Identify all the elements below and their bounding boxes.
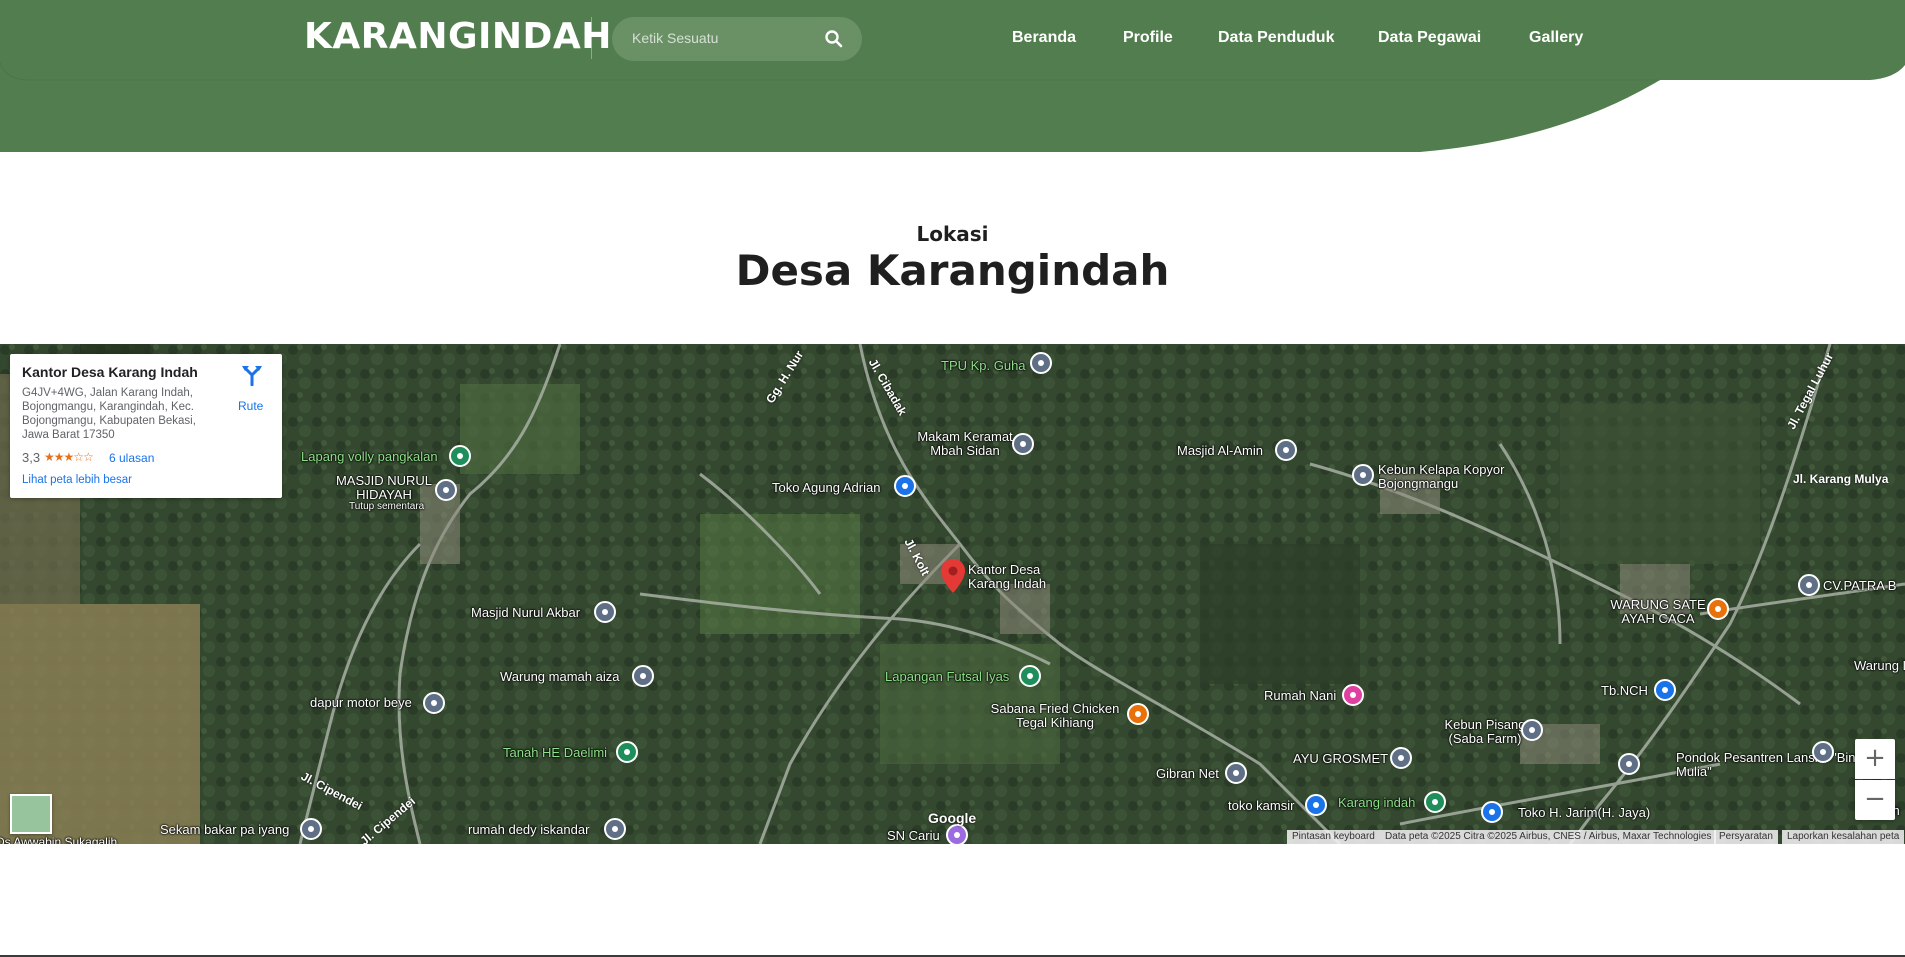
park-pin-icon[interactable] [616, 741, 638, 763]
lodging-pin-icon[interactable] [1342, 684, 1364, 706]
poi-label[interactable]: Makam Keramat Mbah Sidan [905, 430, 1025, 458]
school-pin-icon[interactable] [1618, 753, 1640, 775]
landmark-pin-icon[interactable] [1012, 433, 1034, 455]
shop-pin-icon[interactable] [1305, 794, 1327, 816]
map-embed[interactable]: Jl. Cibadak Jl. Kolt Jl. Cipendei Jl. Ci… [0, 344, 1905, 844]
poi-label[interactable]: Kebun Kelapa Kopyor Bojongmangu [1378, 463, 1538, 491]
place-pin-icon[interactable] [300, 818, 322, 840]
flower-pin-icon[interactable] [1424, 791, 1446, 813]
poi-label[interactable]: Warung mamah aiza [500, 670, 619, 684]
place-pin-icon[interactable] [946, 824, 968, 844]
zoom-out-button[interactable]: − [1855, 780, 1895, 820]
nav-gallery[interactable]: Gallery [1529, 29, 1583, 47]
poi-label[interactable]: Toko H. Jarim(H. Jaya) [1518, 806, 1650, 820]
poi-label[interactable]: Rumah Nani [1264, 689, 1336, 703]
sports-pin-icon[interactable] [1019, 665, 1041, 687]
nav-data-penduduk[interactable]: Data Penduduk [1218, 29, 1334, 47]
shop-pin-icon[interactable] [1654, 679, 1676, 701]
place-pin-icon[interactable] [423, 692, 445, 714]
section-title: Desa Karangindah [735, 246, 1170, 295]
view-larger-map-link[interactable]: Lihat peta lebih besar [22, 474, 132, 486]
poi-label[interactable]: Ds Awwabin Sukagalih [0, 835, 117, 844]
poi-status: Tutup sementara [349, 501, 425, 512]
restaurant-pin-icon[interactable] [1127, 703, 1149, 725]
search-box[interactable]: Ketik Sesuatu [612, 17, 862, 61]
map-layer-toggle[interactable] [10, 794, 52, 834]
road-label: Jl. Karang Mulya [1793, 472, 1889, 486]
place-pin-icon[interactable] [1390, 747, 1412, 769]
place-address: G4JV+4WG, Jalan Karang Indah, Bojongmang… [22, 387, 196, 441]
place-pin-icon[interactable] [1225, 762, 1247, 784]
poi-label[interactable]: Lapang volly pangkalan [301, 450, 438, 464]
site-header: KARANGINDAH Ketik Sesuatu Beranda Profil… [0, 0, 1905, 152]
place-info-card: Kantor Desa Karang Indah G4JV+4WG, Jalan… [10, 354, 282, 498]
keyboard-shortcuts-link[interactable]: Pintasan keyboard [1287, 830, 1380, 844]
restaurant-pin-icon[interactable] [1707, 598, 1729, 620]
header-divider [591, 17, 592, 59]
google-logo: Google [928, 810, 977, 826]
mosque-pin-icon[interactable] [1275, 439, 1297, 461]
poi-label[interactable]: AYU GROSMET [1293, 752, 1388, 766]
poi-label[interactable]: Lapangan Futsal Iyas [885, 670, 1009, 684]
sports-pin-icon[interactable] [449, 445, 471, 467]
poi-label[interactable]: Pondok Pesantren Lansia. "Bina Mulia" [1676, 751, 1866, 779]
poi-label[interactable]: CV.PATRA B [1823, 579, 1896, 593]
place-rating: 3,3 [22, 450, 41, 465]
search-input[interactable]: Ketik Sesuatu [632, 30, 718, 46]
poi-label[interactable]: Toko Agung Adrian [772, 481, 880, 495]
place-pin-icon[interactable] [1352, 464, 1374, 486]
place-pin-icon[interactable] [604, 818, 626, 840]
poi-label[interactable]: rumah dedy iskandar [468, 823, 589, 837]
rating-stars-icon: ★★★☆☆ [44, 450, 94, 464]
poi-label[interactable]: WARUNG SATE AYAH CACA [1608, 598, 1708, 626]
nav-profile[interactable]: Profile [1123, 29, 1173, 47]
reviews-link[interactable]: 6 ulasan [109, 451, 154, 465]
poi-label[interactable]: Karang indah [1338, 796, 1415, 810]
poi-label[interactable]: TPU Kp. Guha [941, 359, 1026, 373]
place-pin-icon[interactable] [1798, 574, 1820, 596]
mosque-pin-icon[interactable] [594, 601, 616, 623]
zoom-in-button[interactable]: + [1855, 739, 1895, 779]
poi-label[interactable]: Sabana Fried Chicken Tegal Kihiang [985, 702, 1125, 730]
poi-label[interactable]: MASJID NURUL HIDAYAH [334, 474, 434, 502]
mosque-pin-icon[interactable] [435, 479, 457, 501]
poi-label[interactable]: Sekam bakar pa iyang [160, 823, 289, 837]
search-icon[interactable] [824, 29, 844, 49]
location-pin-icon[interactable] [941, 559, 965, 593]
header-background [0, 0, 1905, 152]
poi-label[interactable]: dapur motor beye [310, 696, 412, 710]
poi-label[interactable]: Gibran Net [1156, 767, 1219, 781]
cemetery-pin-icon[interactable] [1030, 352, 1052, 374]
place-pin-icon[interactable] [1812, 741, 1834, 763]
map-data-attribution: Data peta ©2025 Citra ©2025 Airbus, CNES… [1380, 830, 1717, 844]
poi-label[interactable]: SN Cariu [887, 829, 940, 843]
poi-label[interactable]: Masjid Nurul Akbar [471, 606, 580, 620]
nav-data-pegawai[interactable]: Data Pegawai [1378, 29, 1481, 47]
place-pin-icon[interactable] [1521, 719, 1543, 741]
place-name: Kantor Desa Karang Indah [22, 364, 198, 380]
shop-pin-icon[interactable] [1481, 801, 1503, 823]
shopping-cart-pin-icon[interactable] [894, 475, 916, 497]
report-error-link[interactable]: Laporkan kesalahan peta [1782, 830, 1905, 844]
nav-beranda[interactable]: Beranda [1012, 29, 1076, 47]
poi-label[interactable]: Warung L [1854, 659, 1905, 673]
directions-icon[interactable] [241, 364, 263, 386]
terms-link[interactable]: Persyaratan [1714, 830, 1778, 844]
site-brand[interactable]: KARANGINDAH [304, 16, 612, 57]
place-pin-icon[interactable] [632, 665, 654, 687]
poi-label[interactable]: toko kamsir [1228, 799, 1294, 813]
poi-label[interactable]: Tanah HE Daelimi [503, 746, 607, 760]
poi-label[interactable]: Tb.NCH [1601, 684, 1648, 698]
directions-link[interactable]: Rute [238, 399, 263, 413]
section-subtitle: Lokasi [916, 222, 989, 246]
main-marker-label[interactable]: Kantor Desa Karang Indah [968, 563, 1046, 591]
poi-label[interactable]: Masjid Al-Amin [1177, 444, 1263, 458]
